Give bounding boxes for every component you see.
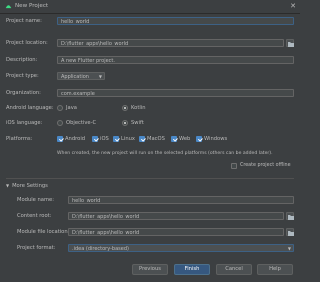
checkbox-create-offline[interactable] — [231, 163, 237, 169]
platforms-label: Platforms: — [6, 136, 33, 142]
description-input[interactable]: A new Flutter project. — [57, 56, 294, 64]
folder-icon — [288, 231, 294, 236]
organization-label: Organization: — [6, 90, 41, 96]
project-name-label: Project name: — [6, 18, 42, 24]
folder-icon — [288, 42, 294, 47]
checkbox-windows-label: Windows — [204, 136, 228, 142]
project-type-select[interactable]: Application ▼ — [57, 72, 105, 80]
section-divider — [6, 178, 294, 179]
window-title: New Project — [15, 3, 49, 9]
radio-swift[interactable] — [122, 120, 128, 126]
browse-module-file-button[interactable] — [286, 228, 294, 236]
help-button[interactable]: Help — [257, 264, 293, 275]
chevron-down-icon: ▼ — [98, 74, 102, 79]
checkbox-linux-label: Linux — [121, 136, 135, 142]
module-name-label: Module name: — [17, 197, 54, 203]
project-type-label: Project type: — [6, 73, 39, 79]
checkbox-web-label: Web — [179, 136, 191, 142]
project-location-label: Project location: — [6, 40, 48, 46]
checkbox-web[interactable] — [171, 136, 177, 142]
project-location-input[interactable]: D:\flutter_apps\hello_world — [57, 39, 284, 47]
project-type-value: Application — [61, 74, 89, 80]
checkbox-android-label: Android — [65, 136, 86, 142]
content-root-input[interactable]: D:\flutter_apps\hello_world — [68, 212, 284, 220]
cancel-button[interactable]: Cancel — [216, 264, 252, 275]
module-file-location-input[interactable]: D:\flutter_apps\hello_world — [68, 228, 284, 236]
previous-button[interactable]: Previous — [132, 264, 168, 275]
project-name-input[interactable]: hello_world — [57, 17, 294, 25]
radio-kotlin[interactable] — [122, 105, 128, 111]
platforms-note: When created, the new project will run o… — [57, 151, 273, 156]
folder-icon — [288, 215, 294, 220]
module-name-input[interactable]: hello_world — [68, 196, 294, 204]
checkbox-macos-label: MacOS — [147, 136, 165, 142]
browse-location-button[interactable] — [286, 39, 294, 47]
finish-button[interactable]: Finish — [174, 264, 210, 275]
checkbox-linux[interactable] — [113, 136, 119, 142]
radio-swift-label: Swift — [131, 120, 144, 126]
content-root-label: Content root: — [17, 213, 52, 219]
project-format-value: .idea (directory-based) — [72, 246, 129, 252]
checkbox-windows[interactable] — [196, 136, 202, 142]
checkbox-android[interactable] — [57, 136, 63, 142]
radio-objective-c[interactable] — [57, 120, 63, 126]
description-label: Description: — [6, 57, 38, 63]
module-file-location-label: Module file location: — [17, 229, 70, 235]
chevron-down-icon: ▼ — [287, 246, 291, 251]
close-icon[interactable]: ✕ — [290, 2, 296, 10]
ios-language-label: iOS language: — [6, 120, 43, 126]
project-format-label: Project format: — [17, 245, 56, 251]
checkbox-ios-label: iOS — [100, 136, 109, 142]
radio-objective-c-label: Objective-C — [66, 120, 97, 126]
radio-java-label: Java — [66, 105, 77, 111]
checkbox-ios[interactable] — [92, 136, 98, 142]
radio-java[interactable] — [57, 105, 63, 111]
radio-kotlin-label: Kotlin — [131, 105, 146, 111]
more-settings-toggle[interactable]: ▼ More Settings — [6, 183, 48, 189]
title-bar: New Project ✕ — [0, 0, 300, 14]
browse-content-root-button[interactable] — [286, 212, 294, 220]
chevron-down-icon: ▼ — [6, 183, 10, 188]
organization-input[interactable]: com.example — [57, 89, 294, 97]
checkbox-macos[interactable] — [139, 136, 145, 142]
checkbox-create-offline-label: Create project offline — [240, 163, 291, 168]
android-language-label: Android language: — [6, 105, 54, 111]
android-studio-icon — [5, 5, 12, 9]
project-format-select[interactable]: .idea (directory-based) ▼ — [68, 244, 294, 252]
more-settings-label: More Settings — [12, 183, 48, 189]
